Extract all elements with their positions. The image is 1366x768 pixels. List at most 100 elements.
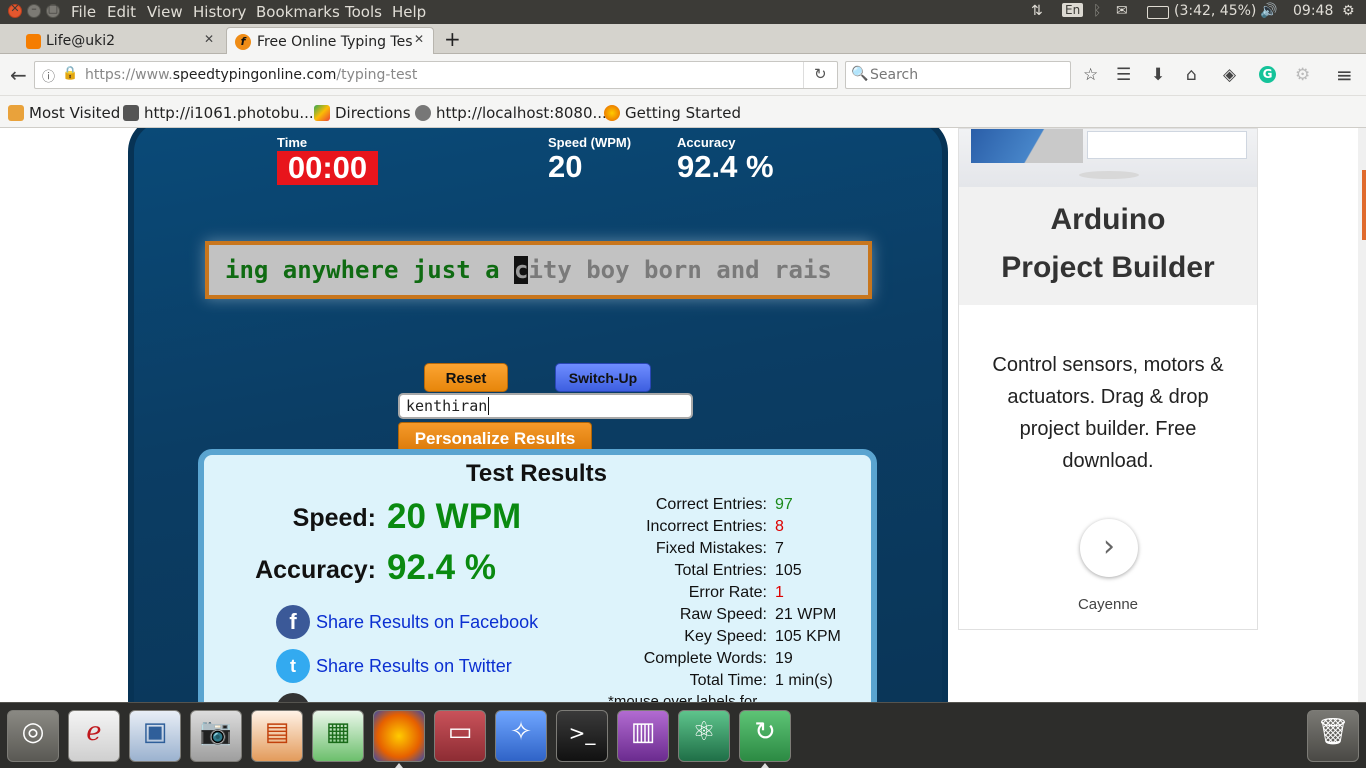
tab-title: Free Online Typing Tes [257,34,413,50]
menu-help[interactable]: Help [392,3,426,21]
detail-label: Error Rate: [688,584,767,601]
close-tab-icon[interactable]: ✕ [414,32,424,46]
results-accuracy-value: 92.4 % [387,548,496,587]
home-icon[interactable]: ⌂ [1186,65,1197,85]
url-text: https://www.speedtypingonline.com/typing… [85,67,418,83]
battery-icon[interactable] [1147,6,1169,19]
reading-list-icon[interactable]: ☰ [1116,65,1131,85]
tab-life-uki2[interactable]: Life@uki2 [4,27,224,54]
pdf-reader-icon[interactable]: ℯ [68,710,120,762]
detail-label: Correct Entries: [655,496,767,513]
hamburger-menu-icon[interactable]: ≡ [1336,63,1353,87]
ad-brand: Cayenne [1077,596,1139,613]
url-bar[interactable]: ⓘ 🔒 https://www.speedtypingonline.com/ty… [34,61,838,89]
ubuntu-dash-icon[interactable]: ◎ [7,710,59,762]
software-updater-icon[interactable]: ↻ [739,710,791,762]
bluetooth-icon[interactable]: ᛒ [1093,3,1101,19]
typed-text: ing anywhere just a [225,256,514,284]
network-arrows-icon[interactable]: ⇅ [1031,3,1043,19]
image-viewer-icon[interactable]: ▣ [129,710,181,762]
search-bar[interactable]: 🔍 Search [845,61,1071,89]
bookmarks-toolbar: Most Visited http://i1061.photobu... Dir… [0,96,1366,128]
window-close-button[interactable]: ✕ [8,2,22,18]
grammarly-icon[interactable]: G [1259,66,1276,83]
bookmark-most-visited[interactable]: Most Visited [8,104,120,122]
atom-icon[interactable]: ⚛ [678,710,730,762]
trash-icon[interactable]: 🗑 [1307,710,1359,762]
facebook-icon[interactable]: f [276,605,310,639]
scrollbar-thumb[interactable] [1362,170,1366,240]
name-input-value: kenthiran [406,397,488,415]
bookmark-star-icon[interactable]: ☆ [1083,65,1098,85]
chevron-right-icon[interactable]: › [1080,519,1138,577]
arduino-board-image [959,129,1257,187]
files-icon[interactable]: ▭ [434,710,486,762]
app-window-icon[interactable]: ▥ [617,710,669,762]
detail-value: 21 WPM [775,606,837,623]
menu-edit[interactable]: Edit [107,3,136,21]
tab-title: Life@uki2 [46,33,116,49]
twitter-icon[interactable]: t [276,649,310,683]
share-twitter-link[interactable]: Share Results on Twitter [316,656,512,677]
detail-label: Complete Words: [643,650,767,667]
menu-bookmarks[interactable]: Bookmarks [256,3,340,21]
mail-icon[interactable]: ✉ [1116,3,1128,19]
volume-icon[interactable]: 🔊 [1260,3,1277,19]
maps-icon [314,105,330,121]
running-indicator [395,763,403,768]
bookmark-localhost[interactable]: http://localhost:8080... [415,104,607,122]
menu-tools[interactable]: Tools [345,3,382,21]
running-indicator [761,763,769,768]
bookmark-getting-started[interactable]: Getting Started [604,104,741,122]
speed-value: 20 [548,149,583,184]
share-facebook-link[interactable]: Share Results on Facebook [316,612,538,633]
reload-icon[interactable]: ↻ [814,65,827,83]
info-icon[interactable]: ⓘ [42,66,55,85]
terminal-icon[interactable]: >_ [556,710,608,762]
clock[interactable]: 09:48 [1293,3,1333,19]
window-maximize-button[interactable]: □ [46,2,60,18]
calc-icon[interactable]: ▦ [312,710,364,762]
back-arrow-icon[interactable]: ← [10,63,27,87]
detail-value: 1 min(s) [775,672,833,689]
menu-view[interactable]: View [147,3,183,21]
bookmark-directions[interactable]: Directions [314,104,411,122]
keyboard-layout-indicator[interactable]: En [1062,3,1084,17]
firefox-icon [604,105,620,121]
firefox-icon[interactable] [373,710,425,762]
detail-value: 19 [775,650,793,667]
menu-history[interactable]: History [193,3,246,21]
close-tab-icon[interactable]: ✕ [204,32,214,46]
pocket-icon[interactable]: ◈ [1223,65,1236,85]
switch-up-button[interactable]: Switch-Up [555,363,651,392]
browser-compass-icon[interactable]: ✧ [495,710,547,762]
ad-desc-line2: actuators. Drag & drop [1007,386,1209,408]
detail-value: 105 KPM [775,628,841,645]
results-title: Test Results [466,460,607,487]
menu-file[interactable]: File [71,3,96,21]
window-minimize-button[interactable]: – [27,2,41,18]
extension-icon[interactable]: ⚙ [1295,65,1310,85]
results-accuracy-label: Accuracy: [255,556,376,584]
bookmark-photobucket[interactable]: http://i1061.photobu... [123,104,314,122]
download-icon[interactable]: ⬇ [1151,65,1165,85]
remaining-text: ity boy born and rais [528,256,832,284]
ad-title-block: Arduino Project Builder [959,187,1257,305]
reset-button[interactable]: Reset [424,363,508,392]
url-divider [803,62,804,88]
speed-label: Speed (WPM) [548,135,632,150]
detail-value: 105 [775,562,802,579]
tab-strip: Life@uki2 ✕ f Free Online Typing Tes ✕ + [0,24,1366,54]
typing-text-box[interactable]: ing anywhere just a city boy born and ra… [205,241,872,299]
detail-label: Key Speed: [684,628,767,645]
gear-icon[interactable]: ⚙ [1342,3,1355,19]
tab-typing-test[interactable]: f Free Online Typing Tes [226,27,434,54]
camera-icon[interactable]: 📷 [190,710,242,762]
accuracy-label: Accuracy [677,135,736,150]
name-input[interactable]: kenthiran [398,393,693,419]
sidebar-ad[interactable]: Arduino Project Builder Control sensors,… [958,128,1258,630]
new-tab-plus-icon[interactable]: + [444,27,461,51]
ad-desc-line4: download. [1062,450,1154,472]
impress-icon[interactable]: ▤ [251,710,303,762]
detail-label: Total Entries: [674,562,767,579]
